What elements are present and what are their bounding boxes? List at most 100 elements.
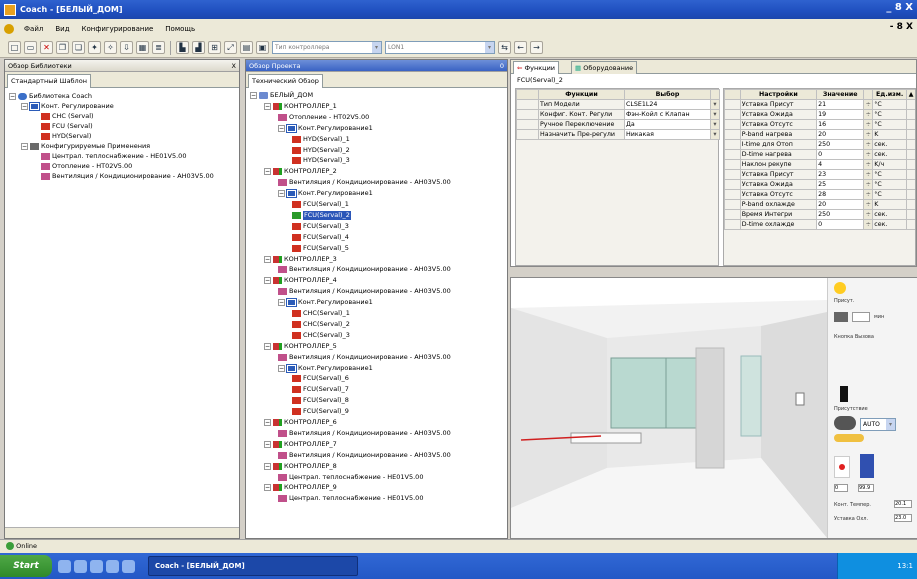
grid-icon[interactable]: ▦ [136,41,149,54]
library-regulation[interactable]: − Конт. Регулирование [21,102,114,111]
close-icon[interactable]: X [232,60,236,72]
copy-icon[interactable]: ❐ [56,41,69,54]
library-ventilation[interactable]: Вентиляция / Кондиционирование - AH03V5.… [41,172,214,181]
project-tree-item[interactable]: FCU(Serval)_2 [292,210,351,220]
menu-help[interactable]: Помощь [163,24,197,34]
percent1-field[interactable]: 0 [834,484,848,492]
forward-icon[interactable]: → [530,41,543,54]
tab-functions[interactable]: ⇐ Функции [513,61,560,74]
table-icon[interactable]: ▤ [240,41,253,54]
spinner-icon[interactable]: ÷ [863,219,874,230]
settings-icon[interactable]: ✦ [88,41,101,54]
spinner-icon[interactable]: ÷ [863,109,874,120]
project-tree-item[interactable]: − КОНТРОЛЛЕР_6 [264,418,337,427]
project-tree-item[interactable]: CHC(Serval)_2 [292,320,350,329]
setting-row[interactable]: Уставка Присут 23 ÷ °C [724,169,915,180]
menu-file[interactable]: Файл [22,24,45,34]
fan-speed-indicator[interactable] [834,434,864,442]
setting-row[interactable]: P-band нагрева 20 ÷ K [724,129,915,140]
chart-icon[interactable]: ▙ [176,41,189,54]
temp-field[interactable]: 20.1 [894,500,912,508]
setting-row[interactable]: P-band охлажде 20 ÷ K [724,199,915,210]
spinner-icon[interactable]: ÷ [863,189,874,200]
project-tree-item[interactable]: HYD(Serval)_3 [292,156,350,165]
project-tree-item[interactable]: − Конт.Регулирование1 [278,363,373,373]
project-tree-item[interactable]: FCU(Serval)_8 [292,396,349,405]
project-tree-item[interactable]: Вентиляция / Кондиционирование - AH03V5.… [278,451,451,460]
library-chc[interactable]: CHC (Serval) [41,112,94,121]
project-tree-item[interactable]: − КОНТРОЛЛЕР_7 [264,440,337,449]
spinner-icon[interactable]: ÷ [863,199,874,210]
controller-type-combo[interactable]: Тип контроллера ▾ [272,41,382,54]
spinner-icon[interactable]: ÷ [863,209,874,220]
menu-configure[interactable]: Конфигурирование [80,24,156,34]
dropdown-icon[interactable]: ▾ [710,99,720,110]
mode-select[interactable]: AUTO ▾ [860,418,896,431]
setting-row[interactable]: I-time для Отоп 250 ÷ сек. [724,139,915,150]
setting-row[interactable]: Уставка Отсутс 16 ÷ °C [724,119,915,130]
library-hyd[interactable]: HYD(Serval) [41,132,91,141]
timer-field[interactable] [852,312,870,322]
tab-standard-template[interactable]: Стандартный Шаблон [7,74,91,88]
project-tree-item[interactable]: FCU(Serval)_3 [292,222,349,231]
setting-row[interactable]: Наклон рекупе 4 ÷ K/ч [724,159,915,170]
connect-icon[interactable]: ⇆ [498,41,511,54]
project-tree-item[interactable]: FCU(Serval)_5 [292,244,349,253]
library-central-heating[interactable]: Централ. теплоснабжение - HE01V5.00 [41,152,186,161]
delete-icon[interactable]: ✕ [40,41,53,54]
fan-icon[interactable] [834,416,856,430]
setting-row[interactable]: Уставка Ожида 19 ÷ °C [724,109,915,120]
project-tree-item[interactable]: Отопление - HT02V5.00 [278,113,369,122]
project-tree-item[interactable]: − КОНТРОЛЛЕР_4 [264,276,337,285]
media-icon[interactable] [74,559,87,573]
function-row[interactable]: Ручное Переключение Да ▾ [516,119,720,130]
project-tree-item[interactable]: − БЕЛЫЙ_ДОМ [250,91,313,100]
project-tree-item[interactable]: FCU(Serval)_1 [292,200,349,209]
project-tree-item[interactable]: − Конт.Регулирование1 [278,123,373,133]
project-tree-item[interactable]: Вентиляция / Кондиционирование - AH03V5.… [278,353,451,362]
library-hscrollbar[interactable] [5,527,239,538]
taskbar-item-coach[interactable]: Coach - [БЕЛЫЙ_ДОМ] [148,556,358,576]
percent2-field[interactable]: 99.9 [858,484,874,492]
setpoint-field[interactable]: 23.0 [894,514,912,522]
project-tree-item[interactable]: Вентиляция / Кондиционирование - AH03V5.… [278,265,451,274]
spinner-icon[interactable]: ÷ [863,99,874,110]
project-tree-item[interactable]: Вентиляция / Кондиционирование - AH03V5.… [278,287,451,296]
building-icon[interactable]: ▟ [192,41,205,54]
document-icon[interactable] [4,23,14,34]
library-fcu[interactable]: FCU (Serval) [41,122,93,131]
project-tree-item[interactable]: HYD(Serval)_1 [292,135,350,144]
dropdown-icon[interactable]: ▾ [710,109,720,120]
menu-view[interactable]: Вид [53,24,71,34]
project-tree-item[interactable]: − КОНТРОЛЛЕР_5 [264,342,337,351]
window-buttons[interactable]: _ 8 X [886,2,913,13]
function-row[interactable]: Тип Модели CLSE1L24 ▾ [516,99,720,110]
call-button[interactable] [834,312,848,322]
setting-row[interactable]: D-time охлажде 0 ÷ сек. [724,219,915,230]
lon-combo[interactable]: LON1 ▾ [385,41,495,54]
project-tree-item[interactable]: FCU(Serval)_7 [292,385,349,394]
project-tree-item[interactable]: − КОНТРОЛЛЕР_9 [264,483,337,492]
library-configurable[interactable]: − Конфигурируемые Применения [21,142,150,151]
function-row[interactable]: Назначить Пре-регули Никакая ▾ [516,129,720,140]
tools-icon[interactable]: ✧ [104,41,117,54]
setting-row[interactable]: Уставка Отсутс 28 ÷ °C [724,189,915,200]
project-tree-item[interactable]: FCU(Serval)_6 [292,374,349,383]
project-tree-item[interactable]: Вентиляция / Кондиционирование - AH03V5.… [278,429,451,438]
project-tree-item[interactable]: − КОНТРОЛЛЕР_8 [264,462,337,471]
spinner-icon[interactable]: ÷ [863,139,874,150]
project-tree-item[interactable]: Централ. теплоснабжение - HE01V5.00 [278,473,423,482]
spinner-icon[interactable]: ÷ [863,149,874,160]
monitor-icon[interactable]: ▣ [256,41,269,54]
project-tree-item[interactable]: Централ. теплоснабжение - HE01V5.00 [278,494,423,503]
library-root[interactable]: − Библиотека Coach [9,92,92,101]
paste-icon[interactable]: ❏ [72,41,85,54]
link-icon[interactable]: ⤢ [224,41,237,54]
folder-icon[interactable] [90,559,103,573]
tab-technical-overview[interactable]: Технический Обзор [248,74,323,88]
browser-icon[interactable] [58,559,71,573]
project-tree-item[interactable]: CHC(Serval)_3 [292,331,350,340]
project-tree-item[interactable]: − Конт.Регулирование1 [278,298,373,308]
project-tree-item[interactable]: FCU(Serval)_4 [292,233,349,242]
setting-row[interactable]: Уставка Присут 21 ÷ °C [724,99,915,110]
